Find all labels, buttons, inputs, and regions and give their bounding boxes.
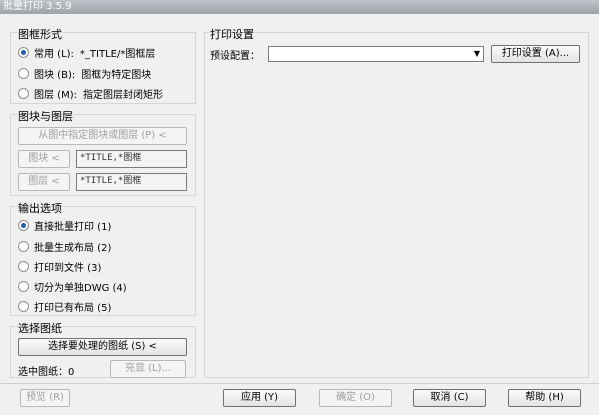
- select-drawings-button[interactable]: 选择要处理的图纸 (S) <: [18, 338, 187, 356]
- preset-label: 预设配置：: [210, 51, 260, 62]
- highlight-button[interactable]: 亮显 (L)...: [110, 360, 186, 378]
- frame-type-title: 图框形式: [18, 28, 62, 41]
- radio-selected-icon: [18, 46, 29, 58]
- radio-selected-icon: [18, 219, 29, 231]
- print-settings-group: [204, 32, 589, 378]
- window-title: 批量打印 3.5.9: [0, 0, 599, 14]
- block-name-field[interactable]: *TITLE,*图框: [76, 150, 187, 168]
- preview-button[interactable]: 预览 (R): [20, 389, 70, 407]
- ok-button[interactable]: 确定 (O): [319, 389, 392, 407]
- layer-name-field[interactable]: *TITLE,*图框: [76, 173, 187, 191]
- output-generate-layout-radio[interactable]: 批量生成布局 (2): [18, 239, 111, 254]
- help-button[interactable]: 帮助 (H): [508, 389, 581, 407]
- output-title: 输出选项: [18, 202, 62, 215]
- preset-dropdown[interactable]: ▼: [268, 46, 484, 62]
- print-settings-button[interactable]: 打印设置 (A)...: [491, 45, 580, 63]
- radio-icon: [18, 260, 29, 272]
- radio-icon: [18, 240, 29, 252]
- block-layer-title: 图块与图层: [18, 110, 73, 123]
- radio-icon: [18, 87, 29, 99]
- pick-from-drawing-button[interactable]: 从图中指定图块或图层 (P) <: [18, 127, 187, 145]
- radio-icon: [18, 67, 29, 79]
- frame-type-common-radio[interactable]: 常用 (L): *_TITLE/*图框层: [18, 45, 155, 60]
- frame-type-block-radio[interactable]: 图块 (B): 图框为特定图块: [18, 66, 151, 81]
- selected-count-label: 选中图纸：0: [18, 367, 75, 378]
- apply-button[interactable]: 应用 (Y): [223, 389, 296, 407]
- output-direct-print-radio[interactable]: 直接批量打印 (1): [18, 218, 111, 233]
- layer-pick-button[interactable]: 图层 <: [18, 173, 70, 191]
- radio-icon: [18, 280, 29, 292]
- output-print-to-file-radio[interactable]: 打印到文件 (3): [18, 259, 101, 274]
- dropdown-arrow-icon: ▼: [473, 49, 480, 58]
- print-settings-title: 打印设置: [210, 28, 254, 41]
- footer-separator: [0, 383, 599, 384]
- output-existing-layout-radio[interactable]: 打印已有布局 (5): [18, 299, 111, 314]
- radio-icon: [18, 300, 29, 312]
- block-pick-button[interactable]: 图块 <: [18, 150, 70, 168]
- frame-type-layer-radio[interactable]: 图层 (M): 指定图层封闭矩形: [18, 86, 163, 101]
- cancel-button[interactable]: 取消 (C): [413, 389, 486, 407]
- select-drawing-title: 选择图纸: [18, 322, 62, 335]
- output-split-dwg-radio[interactable]: 切分为单独DWG (4): [18, 279, 127, 294]
